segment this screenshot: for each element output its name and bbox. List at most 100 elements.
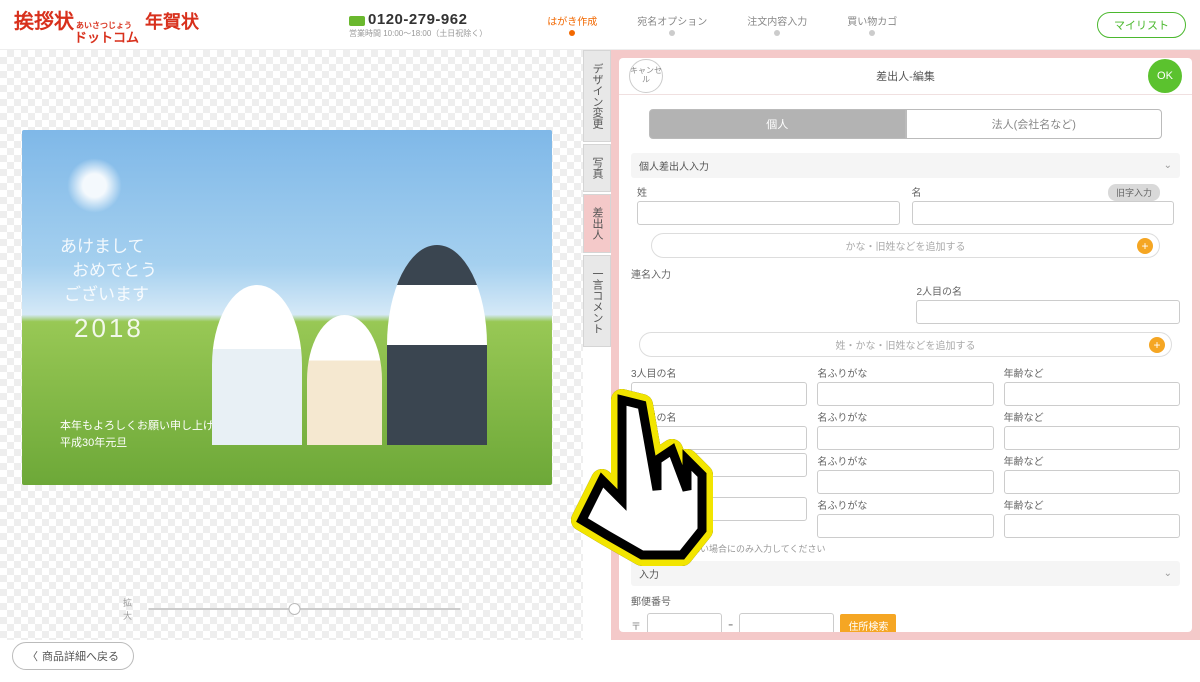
add-kana-label: かな・旧姓などを追加する (846, 238, 966, 253)
tab-photo[interactable]: 写真 (583, 144, 611, 192)
step-1[interactable]: はがき作成 (547, 13, 597, 36)
add-kana-button[interactable]: かな・旧姓などを追加する + (651, 233, 1160, 258)
header: 挨拶状 あいさつじょう ドットコム 年賀状 0120-279-962 営業時間 … (0, 0, 1200, 50)
logo-ruby-block: あいさつじょう ドットコム (74, 22, 139, 45)
tab-design[interactable]: デザイン変更 (583, 50, 611, 142)
label-age5: 年齢など (1004, 453, 1180, 468)
chevron-left-icon: 〈 (27, 648, 38, 664)
section-address: 入力 ⌄ (631, 561, 1180, 586)
plus-icon: + (1149, 337, 1165, 353)
zoom-track[interactable] (149, 608, 460, 610)
panel-scroll[interactable]: キャンセル 差出人-編集 OK 個人 法人(会社名など) 個人差出人入力 ⌄ 姓… (619, 58, 1192, 632)
add-renmei-button[interactable]: 姓・かな・旧姓などを追加する + (639, 332, 1172, 357)
label-name3: 3人目の名 (631, 365, 807, 380)
logo-tag: 年賀状 (145, 8, 199, 34)
oldchar-button[interactable]: 旧字入力 (1108, 184, 1160, 201)
zoom-slider[interactable]: 拡大 (123, 596, 460, 622)
person-1 (212, 285, 302, 445)
zip-block: 郵便番号 〒 - 住所検索 (631, 592, 1180, 632)
input-age3[interactable] (1004, 382, 1180, 406)
ok-button[interactable]: OK (1148, 59, 1182, 93)
logo-main: 挨拶状 (14, 5, 74, 34)
input-name3[interactable] (631, 382, 807, 406)
seg-corporate[interactable]: 法人(会社名など) (906, 109, 1163, 139)
input-age4[interactable] (1004, 426, 1180, 450)
person-3 (387, 245, 487, 445)
progress-steps: はがき作成 宛名オプション 注文内容入力 買い物カゴ (547, 13, 897, 36)
label-furi4: 名ふりがな (817, 409, 993, 424)
input-age6[interactable] (1004, 514, 1180, 538)
label-age3: 年齢など (1004, 365, 1180, 380)
greeting-line3: ございます (64, 283, 157, 307)
logo[interactable]: 挨拶状 あいさつじょう ドットコム 年賀状 (14, 5, 199, 45)
input-2nd-name[interactable] (916, 300, 1180, 324)
sub-renmei: 連名入力 (631, 266, 1180, 281)
step-2[interactable]: 宛名オプション (637, 13, 707, 36)
input-furi6[interactable] (817, 514, 993, 538)
cancel-button[interactable]: キャンセル (629, 59, 663, 93)
label-zip: 郵便番号 (631, 597, 671, 608)
step-4[interactable]: 買い物カゴ (847, 13, 897, 36)
msg-line1: 本年もよろしくお願い申し上げます (60, 418, 236, 436)
label-furi3: 名ふりがな (817, 365, 993, 380)
input-furi3[interactable] (817, 382, 993, 406)
label-age6: 年齢など (1004, 497, 1180, 512)
phone-hours: 営業時間 10:00～18:00（土日祝除く） (349, 28, 487, 39)
label-furi6: 名ふりがな (817, 497, 993, 512)
zoom-label: 拡大 (123, 596, 141, 622)
greeting-text: あけまして おめでとう ございます 2018 (60, 235, 157, 347)
input-name5[interactable] (631, 453, 807, 477)
greeting-line1: あけまして (60, 235, 157, 259)
step-3[interactable]: 注文内容入力 (747, 13, 807, 36)
label-age4: 年齢など (1004, 409, 1180, 424)
section-address-header[interactable]: 入力 ⌄ (631, 561, 1180, 586)
back-label: 商品詳細へ戻る (42, 648, 119, 664)
input-mei[interactable] (912, 201, 1175, 225)
label-sei: 姓 (637, 184, 900, 199)
mylist-button[interactable]: マイリスト (1097, 12, 1186, 38)
preview-pane: あけまして おめでとう ございます 2018 本年もよろしくお願い申し上げます … (0, 50, 583, 640)
zip-search-button[interactable]: 住所検索 (840, 614, 896, 633)
sun-graphic (67, 158, 122, 213)
plus-icon: + (1137, 238, 1153, 254)
panel-title: 差出人-編集 (876, 68, 935, 84)
back-button[interactable]: 〈 商品詳細へ戻る (12, 642, 134, 670)
section-address-title: 入力 (639, 566, 659, 581)
message-text: 本年もよろしくお願い申し上げます 平成30年元旦 (60, 418, 236, 453)
zip-prefix: 〒 (631, 618, 641, 633)
phone-icon (349, 16, 365, 26)
input-name4[interactable] (631, 426, 807, 450)
logo-ruby: あいさつじょう (76, 22, 139, 30)
panel-header: キャンセル 差出人-編集 OK (619, 58, 1192, 95)
input-note: などは印刷したい場合にのみ入力してください (637, 542, 1174, 555)
input-furi5[interactable] (817, 470, 993, 494)
family-photo (212, 195, 502, 445)
phone-number: 0120-279-962 (368, 11, 467, 28)
label-2nd-name: 2人目の名 (916, 283, 1180, 298)
label-furi5: 名ふりがな (817, 453, 993, 468)
section-personal-header[interactable]: 個人差出人入力 ⌄ (631, 153, 1180, 178)
footer: 〈 商品詳細へ戻る (12, 642, 134, 670)
input-furi4[interactable] (817, 426, 993, 450)
zip-sep: - (728, 616, 733, 632)
input-zip1[interactable] (647, 613, 722, 632)
tab-comment[interactable]: 一言コメント (583, 255, 611, 347)
side-tabs: デザイン変更 写真 差出人 一言コメント (583, 50, 611, 640)
zoom-thumb[interactable] (289, 603, 301, 615)
segment-control: 個人 法人(会社名など) (649, 109, 1162, 139)
postcard-preview[interactable]: あけまして おめでとう ございます 2018 本年もよろしくお願い申し上げます … (22, 130, 552, 485)
seg-personal[interactable]: 個人 (649, 109, 906, 139)
msg-line2: 平成30年元旦 (60, 435, 236, 453)
chevron-down-icon: ⌄ (1164, 160, 1172, 171)
tab-sender[interactable]: 差出人 (583, 194, 611, 253)
input-name6[interactable] (631, 497, 807, 521)
phone-block: 0120-279-962 営業時間 10:00～18:00（土日祝除く） (349, 11, 487, 39)
label-name4: 4人目の名 (631, 409, 807, 424)
greeting-year: 2018 (74, 310, 157, 346)
input-age5[interactable] (1004, 470, 1180, 494)
main: あけまして おめでとう ございます 2018 本年もよろしくお願い申し上げます … (0, 50, 1200, 640)
input-sei[interactable] (637, 201, 900, 225)
editor-panel: キャンセル 差出人-編集 OK 個人 法人(会社名など) 個人差出人入力 ⌄ 姓… (611, 50, 1200, 640)
section-personal: 個人差出人入力 ⌄ 姓 名 旧字入力 かな・旧姓などを追加する + (631, 153, 1180, 258)
input-zip2[interactable] (739, 613, 834, 632)
